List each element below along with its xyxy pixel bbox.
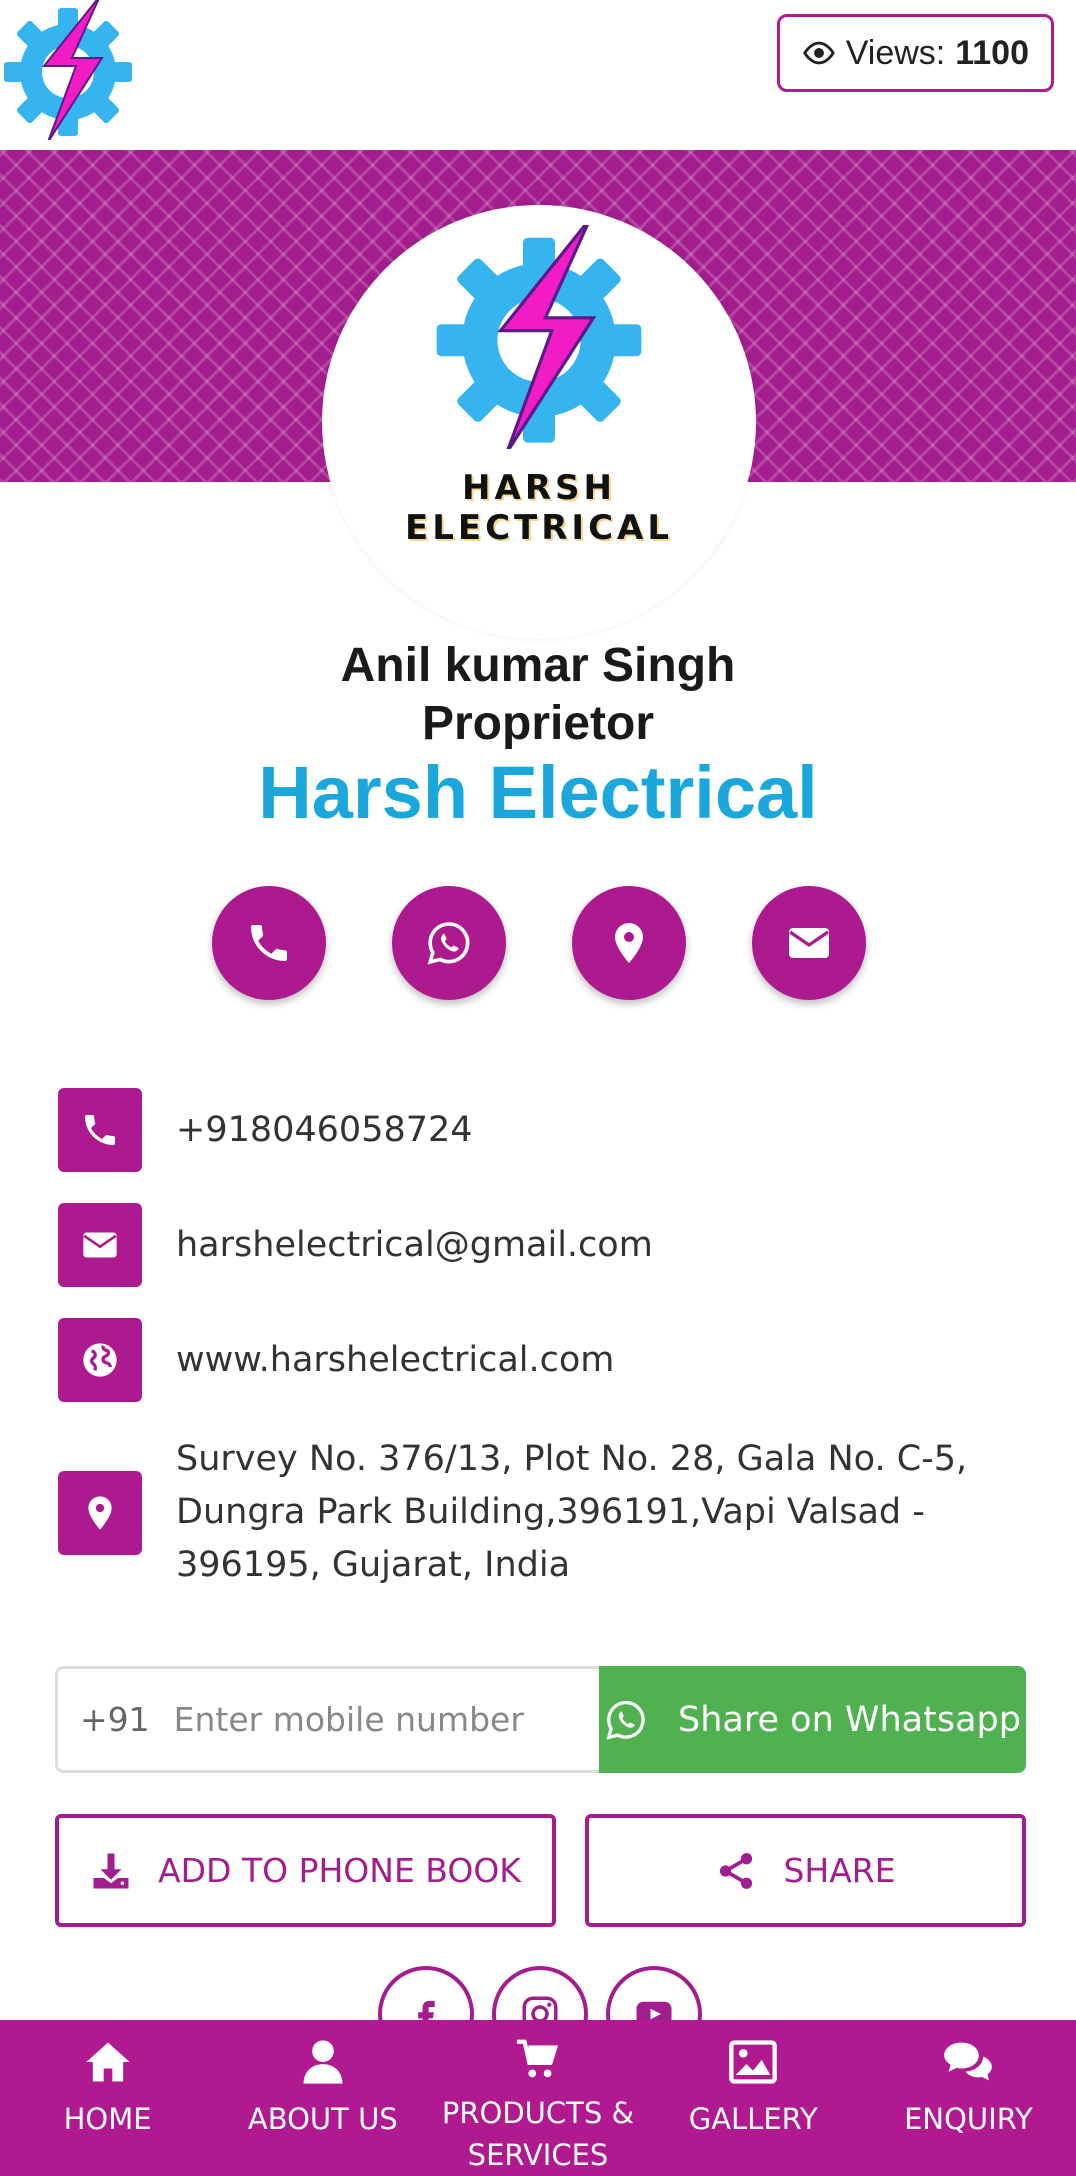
phone-icon — [251, 925, 287, 961]
person-name: Anil kumar Singh — [340, 639, 736, 692]
nav-gallery[interactable]: GALLERY — [646, 2020, 861, 2176]
nav-about-us-label: ABOUT US — [247, 2102, 398, 2136]
add-to-phone-book-button[interactable]: ADD TO PHONE BOOK — [55, 1814, 556, 1927]
location-button[interactable] — [572, 886, 686, 1000]
share-label: SHARE — [783, 1851, 896, 1890]
envelope-icon — [83, 1232, 117, 1258]
contact-phone-row[interactable]: +918046058724 — [58, 1088, 1036, 1172]
whatsapp-icon — [427, 922, 470, 965]
nav-gallery-label: GALLERY — [688, 2102, 818, 2136]
map-pin-icon — [615, 923, 643, 963]
contact-email-row[interactable]: harshelectrical@gmail.com — [58, 1203, 1036, 1287]
nav-about-us[interactable]: ABOUT US — [215, 2020, 430, 2176]
company-name: Harsh Electrical — [258, 751, 818, 834]
person-role: Proprietor — [421, 697, 655, 750]
share-icon — [720, 1852, 753, 1889]
logo-wordmark: HARSH ELECTRICAL — [404, 468, 674, 548]
nav-products-services[interactable]: PRODUCTS & SERVICES — [430, 2020, 645, 2176]
download-icon — [93, 1853, 129, 1888]
contact-address-row[interactable]: Survey No. 376/13, Plot No. 28, Gala No.… — [58, 1433, 1036, 1592]
nav-enquiry-label: ENQUIRY — [904, 2102, 1033, 2136]
views-counter-badge: Views: 1100 — [776, 14, 1054, 92]
call-button[interactable] — [212, 886, 326, 1000]
whatsapp-share-form: +91 Share on Whatsapp — [55, 1666, 1026, 1773]
quick-actions — [212, 886, 866, 1000]
brand-logo-large — [436, 225, 642, 449]
map-pin-icon — [88, 1495, 112, 1530]
contact-website-text[interactable]: www.harshelectrical.com — [176, 1334, 1036, 1387]
contact-email-text[interactable]: harshelectrical@gmail.com — [176, 1219, 1036, 1272]
bottom-navigation: HOME ABOUT US PRODUCTS & SERVICES GALLER… — [0, 2020, 1076, 2176]
profile-logo-circle: HARSH ELECTRICAL — [322, 205, 756, 639]
eye-icon — [802, 41, 835, 65]
contact-address-icon-box — [58, 1470, 142, 1555]
share-on-whatsapp-button[interactable]: Share on Whatsapp — [599, 1666, 1026, 1773]
chat-icon — [944, 2042, 993, 2081]
home-icon — [85, 2042, 130, 2082]
cart-icon — [516, 2039, 559, 2078]
email-button[interactable] — [752, 886, 866, 1000]
contact-phone-text[interactable]: +918046058724 — [176, 1104, 1036, 1157]
views-label: Views: — [845, 33, 946, 72]
views-count: 1100 — [955, 33, 1029, 72]
contact-phone-icon-box — [58, 1088, 142, 1172]
nav-enquiry[interactable]: ENQUIRY — [861, 2020, 1076, 2176]
envelope-icon — [789, 928, 829, 958]
nav-products-services-label: PRODUCTS & SERVICES — [441, 2096, 635, 2172]
contact-email-icon-box — [58, 1203, 142, 1287]
contact-address-text[interactable]: Survey No. 376/13, Plot No. 28, Gala No.… — [176, 1433, 1036, 1592]
contact-website-icon-box — [58, 1318, 142, 1402]
brand-logo-small — [4, 0, 132, 140]
phone-icon — [85, 1115, 115, 1145]
nav-home-label: HOME — [63, 2102, 152, 2136]
nav-home[interactable]: HOME — [0, 2020, 215, 2176]
add-to-phone-book-label: ADD TO PHONE BOOK — [158, 1851, 521, 1890]
whatsapp-button[interactable] — [392, 886, 506, 1000]
mobile-number-input[interactable] — [173, 1700, 554, 1739]
country-code: +91 — [80, 1700, 150, 1739]
user-icon — [303, 2040, 343, 2084]
image-icon — [729, 2040, 778, 2084]
contact-website-row[interactable]: www.harshelectrical.com — [58, 1318, 1036, 1402]
mobile-input-wrapper: +91 — [55, 1666, 599, 1773]
share-on-whatsapp-label: Share on Whatsapp — [678, 1699, 1021, 1740]
whatsapp-icon — [606, 1700, 645, 1740]
share-button[interactable]: SHARE — [585, 1814, 1026, 1927]
globe-icon — [83, 1343, 117, 1377]
